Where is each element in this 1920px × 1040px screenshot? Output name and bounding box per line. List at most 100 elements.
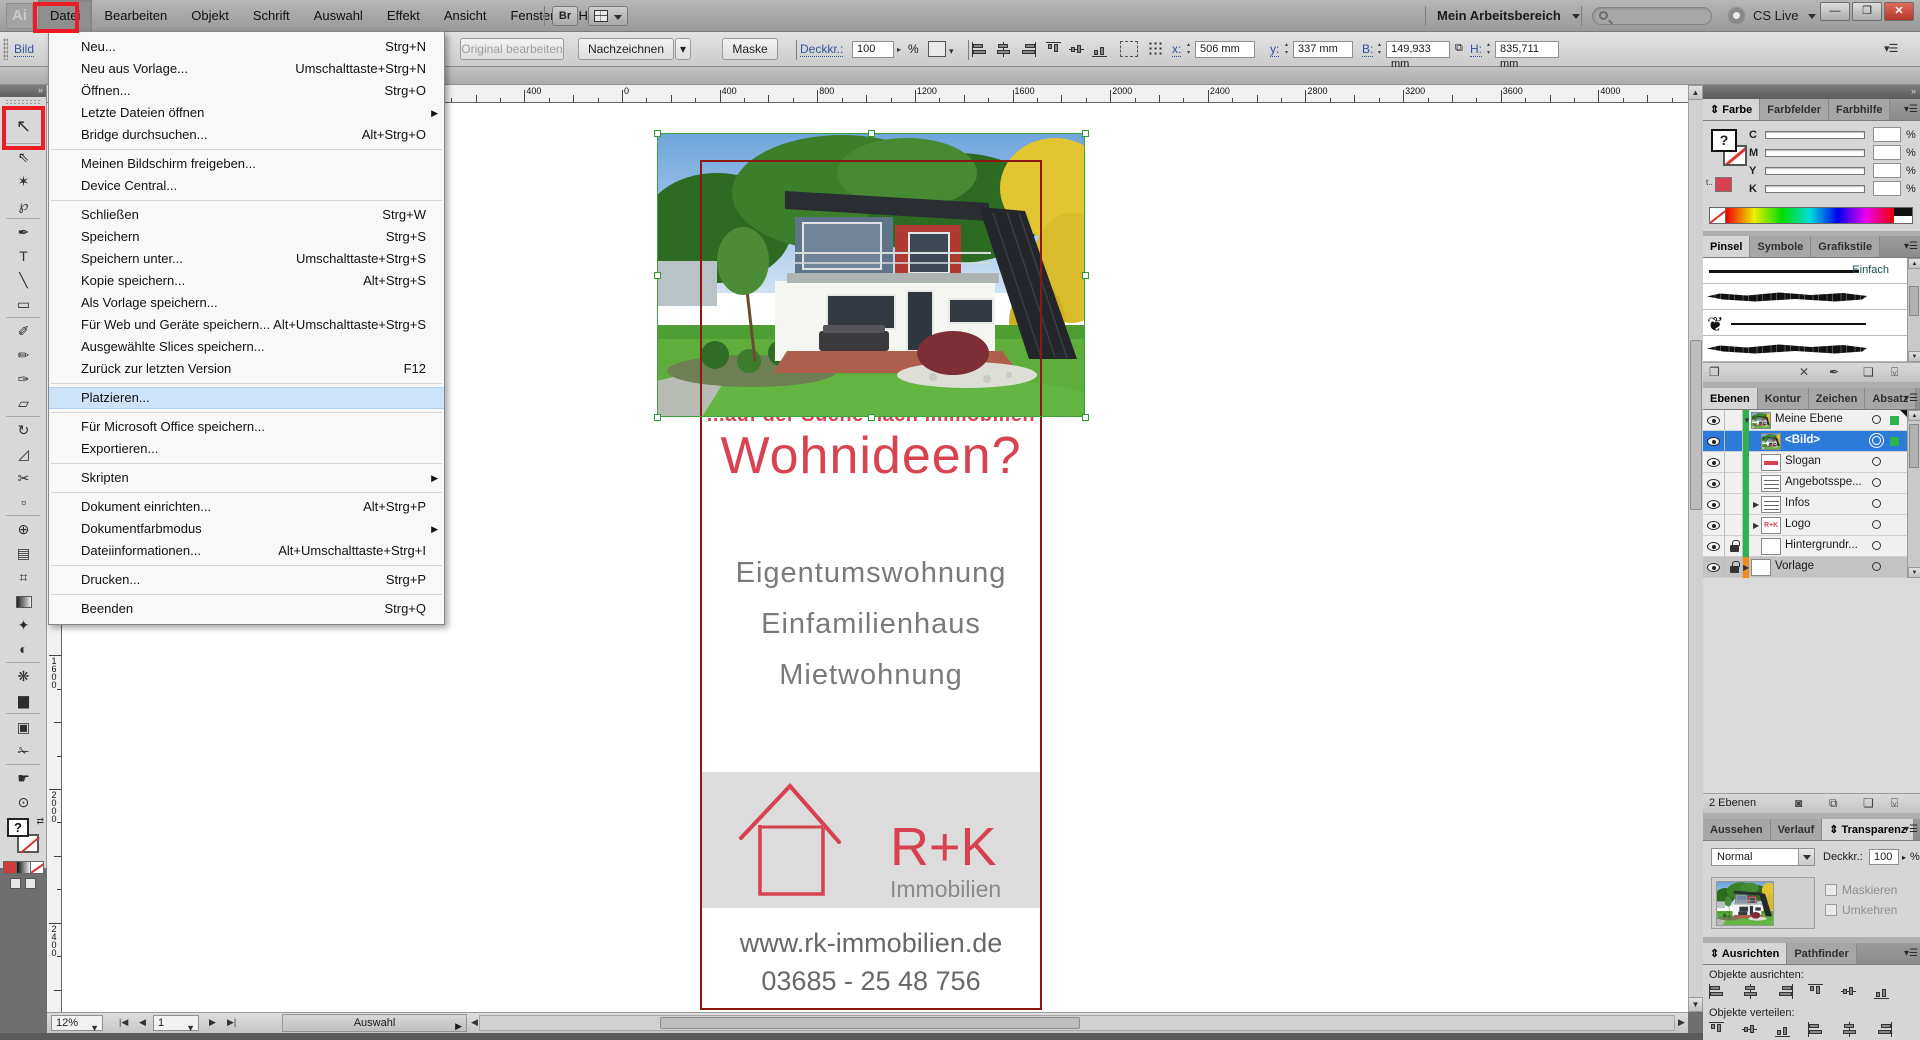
selection-handle[interactable] — [868, 414, 875, 421]
align-buttons-vertical[interactable] — [1046, 42, 1115, 60]
lasso-tool[interactable]: ℘ — [0, 193, 47, 217]
none-button[interactable] — [31, 862, 43, 873]
type-tool[interactable]: T — [0, 244, 47, 268]
eyedropper-tool[interactable]: ✦ — [0, 613, 47, 637]
column-graph-tool[interactable]: ▆ — [0, 688, 47, 712]
opacity-spinner[interactable]: ▸ — [897, 45, 901, 54]
draw-normal-button[interactable] — [10, 878, 21, 889]
zoom-tool[interactable]: ⊙ — [0, 790, 47, 814]
delete-layer-icon[interactable]: ⍌ — [1891, 796, 1898, 811]
menu-objekt[interactable]: Objekt — [179, 0, 241, 32]
artboard-tool[interactable]: ▣ — [0, 715, 47, 739]
align-vcenter-icon[interactable] — [1841, 984, 1859, 999]
lock-cell[interactable] — [1725, 431, 1743, 452]
target-circle-icon[interactable] — [1872, 520, 1881, 529]
pen-tool[interactable]: ✒ — [0, 220, 47, 244]
panel-menu-icon[interactable]: ▾☰ — [1904, 824, 1918, 835]
dist-bottom-icon[interactable] — [1775, 1022, 1793, 1037]
layer-row-bild[interactable]: <Bild> — [1703, 431, 1907, 452]
lock-cell[interactable] — [1725, 515, 1743, 536]
layer-row-angebotsspe[interactable]: Angebotsspe... — [1703, 473, 1907, 494]
channel-slider[interactable] — [1765, 185, 1865, 193]
color-spectrum-bar[interactable] — [1709, 207, 1913, 224]
selection-handle[interactable] — [1082, 272, 1089, 279]
tab-transparenz[interactable]: ⇕ Transparenz — [1822, 819, 1914, 841]
align-bottom-icon[interactable] — [1874, 984, 1892, 999]
layer-row-infos[interactable]: ▶Infos — [1703, 494, 1907, 515]
selection-handle[interactable] — [654, 414, 661, 421]
mask-button[interactable]: Maske — [722, 38, 778, 60]
tab-ebenen[interactable]: Ebenen — [1703, 388, 1758, 410]
channel-slider[interactable] — [1765, 167, 1865, 175]
menu-item-öffnen-[interactable]: Öffnen...Strg+O — [49, 80, 444, 102]
opacity-spinner[interactable]: ▸ — [1902, 853, 1906, 862]
scroll-down-icon[interactable]: ▼ — [1908, 567, 1920, 578]
height-spinner[interactable]: ▴▾ — [1484, 41, 1493, 58]
rotate-tool[interactable]: ↻ — [0, 418, 47, 442]
make-clipping-mask-icon[interactable]: ◙ — [1795, 796, 1802, 810]
lock-cell[interactable] — [1725, 452, 1743, 473]
arrange-documents-button[interactable] — [588, 6, 628, 26]
live-trace-options-arrow[interactable]: ▾ — [675, 38, 691, 60]
dist-left-icon[interactable] — [1808, 1022, 1826, 1037]
artboard-number-field[interactable]: 1 ▼ — [153, 1015, 199, 1031]
menu-item-für-web-und-geräte-speichern-[interactable]: Für Web und Geräte speichern...Alt+Umsch… — [49, 314, 444, 336]
brush-item[interactable] — [1703, 284, 1907, 310]
last-color-swatch[interactable] — [1715, 177, 1732, 192]
scroll-thumb[interactable] — [1909, 424, 1919, 468]
control-panel-menu-icon[interactable]: ▾☰ — [1884, 42, 1897, 55]
prev-artboard-icon[interactable]: ◀ — [139, 1017, 146, 1028]
disclosure-triangle-icon[interactable]: ▼ — [1743, 416, 1751, 425]
dist-vcenter-icon[interactable] — [1742, 1022, 1760, 1037]
brush-libraries-icon[interactable]: ❐ — [1709, 365, 1720, 379]
channel-slider[interactable] — [1765, 149, 1865, 157]
layer-name[interactable]: Logo — [1785, 518, 1811, 530]
symbol-sprayer-tool[interactable]: ❋ — [0, 664, 47, 688]
y-label[interactable]: y: — [1270, 42, 1279, 57]
selection-handle[interactable] — [1082, 130, 1089, 137]
delete-brush-icon[interactable]: ⍌ — [1891, 365, 1898, 380]
visibility-cell[interactable] — [1703, 515, 1725, 536]
visibility-cell[interactable] — [1703, 431, 1725, 452]
bridge-button[interactable]: Br — [552, 6, 578, 26]
menu-item-speichern[interactable]: SpeichernStrg+S — [49, 226, 444, 248]
transform-icon[interactable] — [1120, 41, 1138, 57]
channel-value-field[interactable] — [1873, 163, 1901, 178]
workspace-switcher[interactable]: Mein Arbeitsbereich — [1437, 0, 1580, 32]
first-artboard-icon[interactable]: |◀ — [119, 1017, 128, 1028]
close-button[interactable]: ✕ — [1884, 2, 1914, 21]
dist-right-icon[interactable] — [1874, 1022, 1892, 1037]
menu-item-neu-aus-vorlage-[interactable]: Neu aus Vorlage...Umschalttaste+Strg+N — [49, 58, 444, 80]
menu-effekt[interactable]: Effekt — [375, 0, 432, 32]
scroll-down-icon[interactable]: ▼ — [1908, 351, 1920, 362]
color-button[interactable] — [4, 862, 17, 873]
menu-item-kopie-speichern-[interactable]: Kopie speichern...Alt+Strg+S — [49, 270, 444, 292]
line-segment-tool[interactable]: ╲ — [0, 268, 47, 292]
menu-schrift[interactable]: Schrift — [241, 0, 302, 32]
lock-cell[interactable] — [1725, 536, 1743, 557]
shape-builder-tool[interactable]: ⊕ — [0, 517, 47, 541]
maskieren-checkbox[interactable] — [1825, 884, 1837, 896]
channel-value-field[interactable] — [1873, 145, 1901, 160]
y-field[interactable]: 337 mm — [1293, 41, 1353, 58]
eraser-tool[interactable]: ▱ — [0, 391, 47, 415]
align-vcenter-icon[interactable] — [1069, 42, 1087, 57]
layer-name[interactable]: <Bild> — [1785, 434, 1820, 446]
scroll-down-icon[interactable]: ▼ — [1688, 997, 1703, 1012]
collapse-panel-icon[interactable]: » — [0, 85, 46, 97]
menu-item-exportieren-[interactable]: Exportieren... — [49, 438, 444, 460]
menu-item-bridge-durchsuchen-[interactable]: Bridge durchsuchen...Alt+Strg+O — [49, 124, 444, 146]
panel-menu-icon[interactable]: ▾☰ — [1904, 948, 1918, 959]
menu-item-letzte-dateien-öffnen[interactable]: Letzte Dateien öffnen▶ — [49, 102, 444, 124]
selection-handle[interactable] — [868, 130, 875, 137]
tab-zeichen[interactable]: Zeichen — [1809, 388, 1866, 410]
search-input[interactable] — [1592, 7, 1712, 25]
collapse-dock-icon[interactable]: » — [1703, 85, 1920, 99]
opacity-label[interactable]: Deckkr.: — [800, 42, 843, 57]
menu-item-speichern-unter-[interactable]: Speichern unter...Umschalttaste+Strg+S — [49, 248, 444, 270]
tab-pathfinder[interactable]: Pathfinder — [1787, 943, 1856, 965]
x-spinner[interactable]: ▴▾ — [1184, 41, 1193, 58]
reference-point-icon[interactable] — [1148, 41, 1162, 57]
lock-cell[interactable] — [1725, 557, 1743, 578]
cs-live-button[interactable]: CS Live — [1753, 0, 1816, 32]
